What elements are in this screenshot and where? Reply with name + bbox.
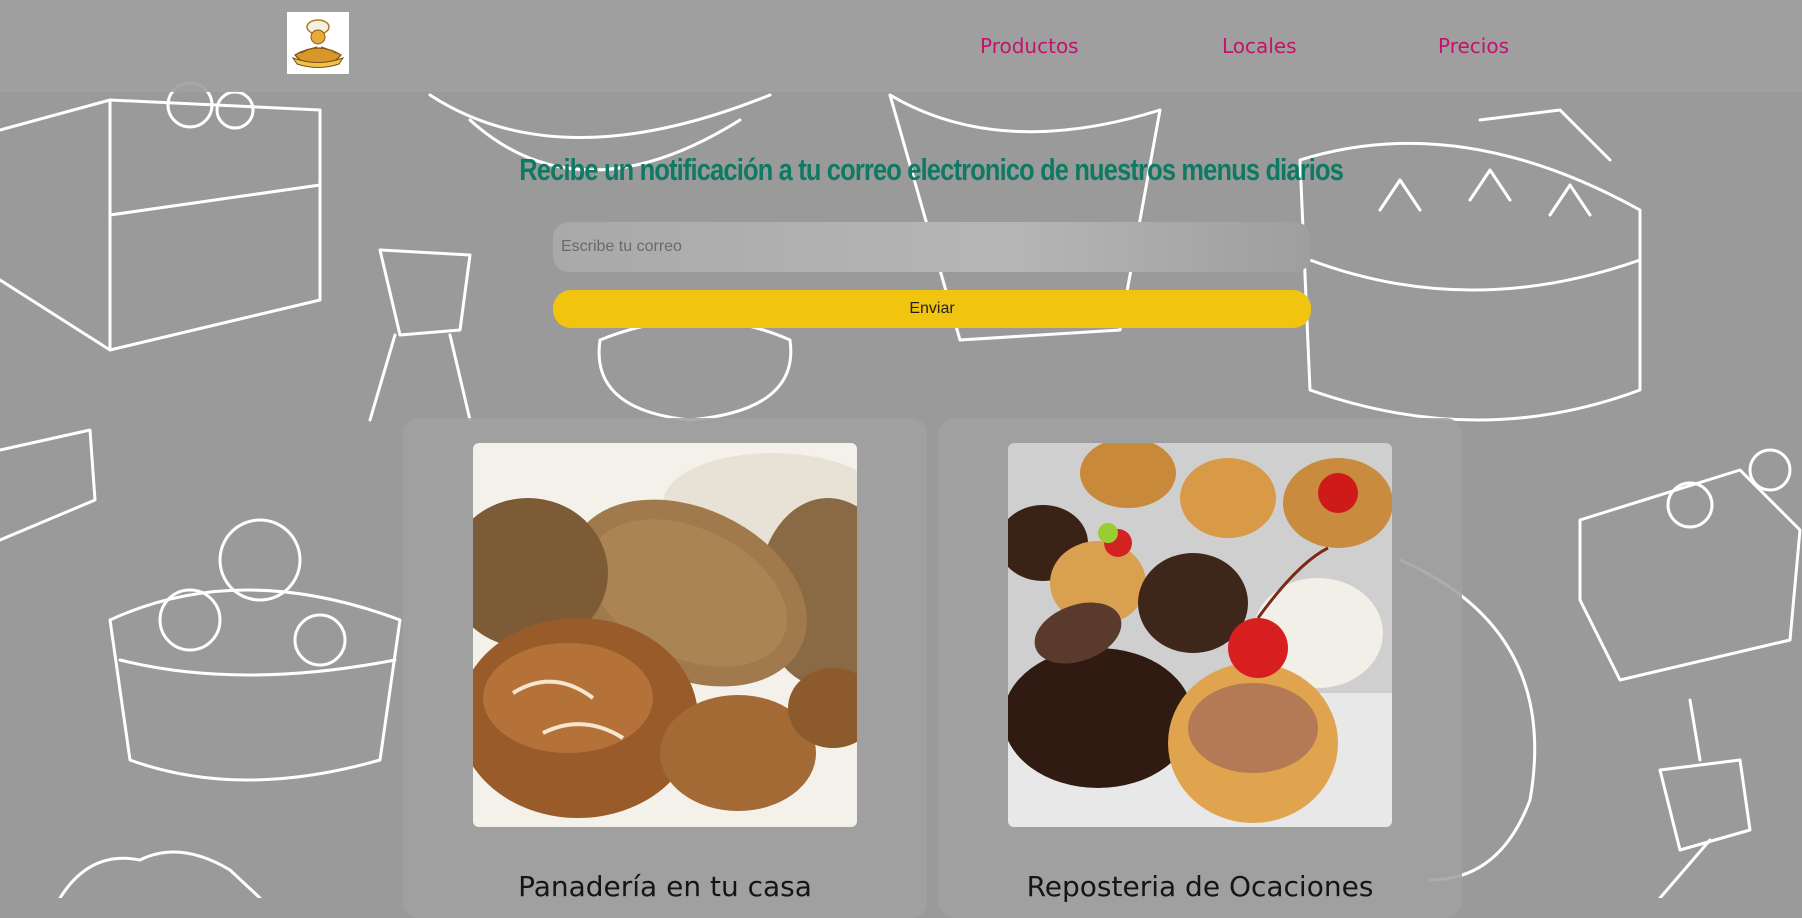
chef-bread-logo-icon: [291, 19, 345, 68]
pastries-photo: [1008, 443, 1392, 827]
product-card-pastries[interactable]: Reposteria de Ocaciones: [938, 418, 1462, 918]
product-card-bread[interactable]: Panadería en tu casa: [403, 418, 927, 918]
card-title: Panadería en tu casa: [518, 870, 812, 903]
bread-photo: [473, 443, 857, 827]
site-header: Productos Locales Precios: [0, 0, 1802, 92]
nav-link-locales[interactable]: Locales: [1222, 34, 1297, 58]
email-input[interactable]: [553, 222, 1311, 272]
bakery-logo[interactable]: [287, 12, 349, 74]
newsletter-title: Recibe un notificación a tu correo elect…: [519, 152, 1344, 187]
nav-link-productos[interactable]: Productos: [980, 34, 1079, 58]
nav-link-precios[interactable]: Precios: [1438, 34, 1509, 58]
send-button[interactable]: Enviar: [553, 290, 1311, 328]
card-title: Reposteria de Ocaciones: [1026, 870, 1374, 903]
